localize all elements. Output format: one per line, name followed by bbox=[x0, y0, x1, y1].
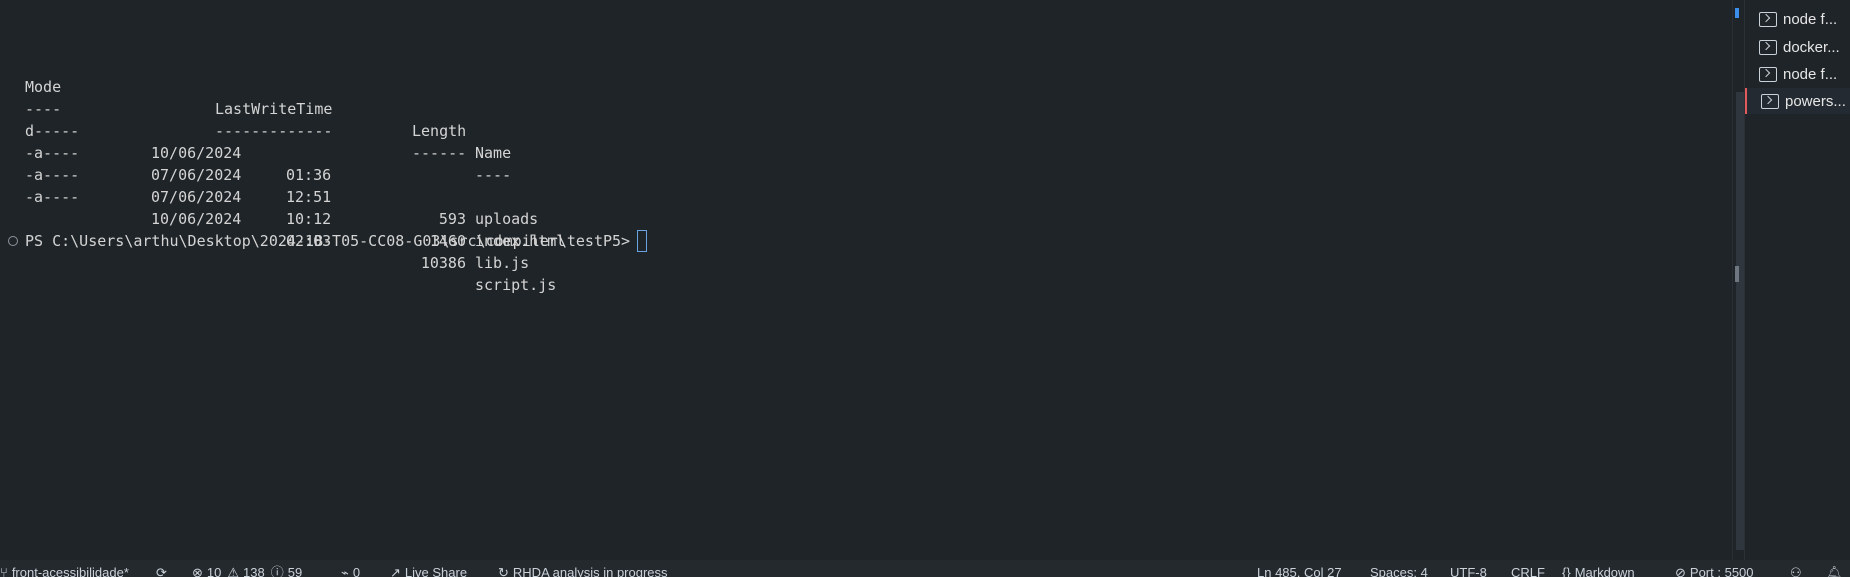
live-share-icon: ↗ bbox=[390, 565, 401, 577]
status-cursor-position[interactable]: Ln 485, Col 27 bbox=[1257, 565, 1342, 577]
row-length: 10386 bbox=[420, 254, 466, 272]
terminal-tab-node-1[interactable]: node f... bbox=[1745, 6, 1850, 32]
header-length: Length bbox=[412, 122, 467, 140]
command-decoration-icon[interactable] bbox=[8, 236, 18, 246]
terminal-tab-docker[interactable]: docker... bbox=[1745, 34, 1850, 60]
status-branch[interactable]: ⑂ front-acessibilidade* bbox=[0, 565, 129, 577]
terminal-output[interactable]: Mode LastWriteTime Length Name ---- ----… bbox=[0, 0, 1732, 560]
status-indentation[interactable]: Spaces: 4 bbox=[1370, 565, 1428, 577]
header-lastwritetime: LastWriteTime bbox=[215, 100, 333, 118]
progress-spinner-icon: ↻ bbox=[498, 565, 509, 577]
row-length: 593 bbox=[438, 210, 466, 228]
divider-length: ------ bbox=[412, 144, 467, 162]
broadcast-icon: ⌁ bbox=[341, 565, 349, 577]
vscode-terminal-window: Mode LastWriteTime Length Name ---- ----… bbox=[0, 0, 1850, 577]
shell-prompt: PS C:\Users\arthu\Desktop\2024-1B-T05-CC… bbox=[25, 232, 631, 250]
status-notifications[interactable]: 🔔︎ bbox=[1826, 565, 1847, 577]
terminal-tab-node-2[interactable]: node f... bbox=[1745, 61, 1850, 87]
terminal-tabs-list: node f... docker... node f... powers... bbox=[1744, 0, 1850, 560]
terminal-scrollbar[interactable] bbox=[1732, 0, 1744, 560]
scrollbar-position-marker bbox=[1735, 266, 1739, 282]
status-live-server-port[interactable]: ⊘ Port : 5500 bbox=[1675, 565, 1754, 577]
terminal-tab-label: docker... bbox=[1783, 38, 1840, 56]
header-name: Name bbox=[475, 144, 512, 162]
status-ports[interactable]: ⌁ 0 bbox=[341, 565, 360, 577]
row-date: 07/06/2024 bbox=[151, 166, 242, 184]
warning-icon: ⚠ bbox=[227, 565, 240, 577]
row-date: 07/06/2024 bbox=[151, 188, 242, 206]
warning-count: 138 bbox=[243, 565, 265, 577]
row-mode: -a---- bbox=[25, 188, 80, 206]
status-rhda[interactable]: ↻ RHDA analysis in progress bbox=[498, 565, 668, 577]
terminal-icon bbox=[1761, 93, 1779, 109]
row-time: 01:36 bbox=[286, 166, 332, 184]
status-problems[interactable]: ⊗ 10 ⚠ 138 ⓘ 59 bbox=[192, 565, 302, 577]
no-entry-icon: ⊘ bbox=[1675, 565, 1686, 577]
git-branch-icon: ⑂ bbox=[0, 565, 8, 577]
port-label: Port : 5500 bbox=[1689, 565, 1754, 577]
terminal-tab-label: powers... bbox=[1785, 92, 1846, 110]
info-count: 59 bbox=[287, 565, 303, 577]
sync-icon: ⟳ bbox=[156, 565, 167, 577]
rhda-label: RHDA analysis in progress bbox=[512, 565, 668, 577]
status-bar: ⑂ front-acessibilidade* ⟳ ⊗ 10 ⚠ 138 ⓘ 5… bbox=[0, 560, 1850, 577]
divider-name: ---- bbox=[475, 166, 512, 184]
row-name: uploads bbox=[475, 210, 539, 228]
terminal-icon bbox=[1759, 66, 1777, 82]
scrollbar-top-marker bbox=[1735, 8, 1739, 18]
bell-icon: 🔔︎ bbox=[1826, 565, 1843, 577]
info-icon: ⓘ bbox=[270, 565, 284, 577]
status-live-share[interactable]: ↗ Live Share bbox=[390, 565, 467, 577]
status-language[interactable]: {} Markdown bbox=[1562, 565, 1635, 577]
braces-icon: {} bbox=[1562, 565, 1571, 577]
row-date: 10/06/2024 bbox=[151, 210, 242, 228]
terminal-tab-label: node f... bbox=[1783, 65, 1838, 83]
row-name: script.js bbox=[475, 276, 557, 294]
status-sync[interactable]: ⟳ bbox=[156, 565, 171, 577]
row-name: lib.js bbox=[475, 254, 530, 272]
divider-time: ------------- bbox=[215, 122, 333, 140]
terminal-cursor bbox=[637, 230, 647, 252]
live-share-label: Live Share bbox=[404, 565, 468, 577]
status-accounts[interactable]: ⚇ bbox=[1790, 565, 1806, 577]
terminal-icon bbox=[1759, 39, 1777, 55]
terminal-icon bbox=[1759, 11, 1777, 27]
status-eol[interactable]: CRLF bbox=[1511, 565, 1545, 577]
row-time: 12:51 bbox=[286, 188, 332, 206]
branch-label: front-acessibilidade* bbox=[11, 565, 129, 577]
row-time: 10:12 bbox=[286, 210, 332, 228]
row-date: 10/06/2024 bbox=[151, 144, 242, 162]
scrollbar-thumb[interactable] bbox=[1736, 92, 1744, 550]
status-encoding[interactable]: UTF-8 bbox=[1450, 565, 1487, 577]
error-icon: ⊗ bbox=[192, 565, 203, 577]
ports-count: 0 bbox=[352, 565, 361, 577]
language-label: Markdown bbox=[1574, 565, 1635, 577]
error-count: 10 bbox=[206, 565, 222, 577]
person-slash-icon: ⚇ bbox=[1790, 565, 1802, 577]
terminal-tab-powershell[interactable]: powers... bbox=[1745, 88, 1850, 114]
terminal-tab-label: node f... bbox=[1783, 10, 1838, 28]
